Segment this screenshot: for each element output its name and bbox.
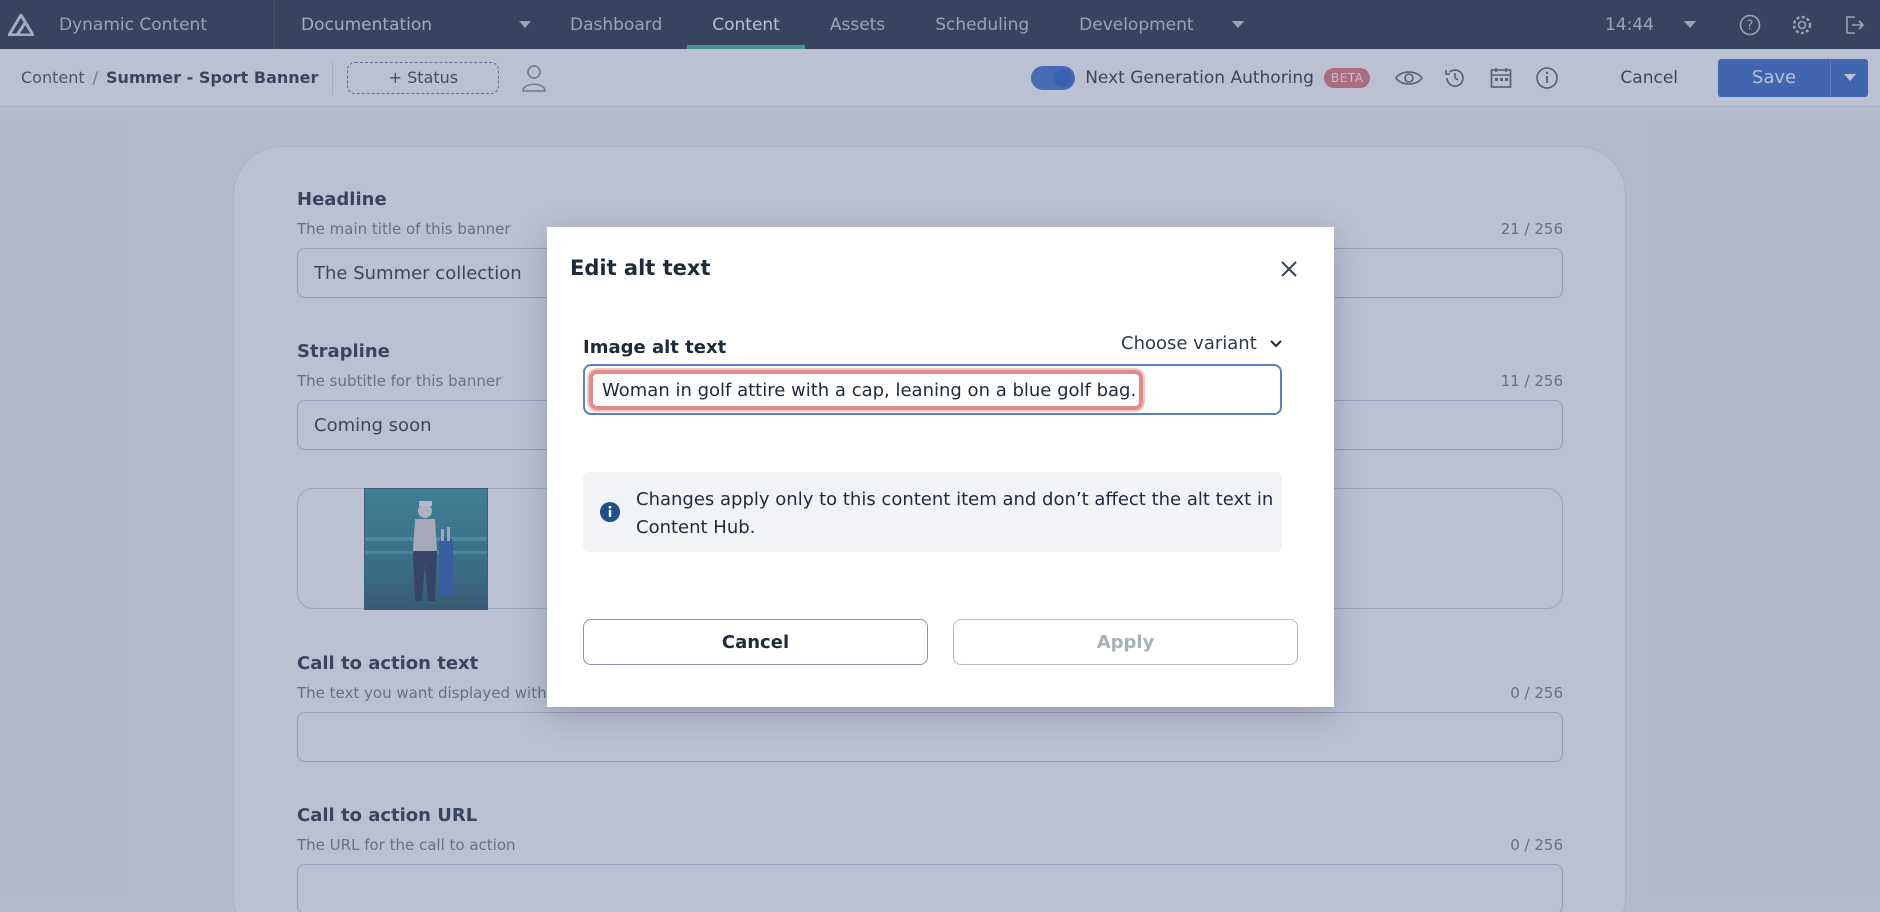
- close-icon[interactable]: [1277, 257, 1301, 281]
- variant-label: Choose variant: [1121, 333, 1257, 354]
- chevron-down-icon: [1269, 339, 1283, 349]
- dialog-title: Edit alt text: [570, 256, 711, 280]
- apply-button[interactable]: Apply: [953, 619, 1298, 665]
- info-icon: [599, 501, 621, 527]
- info-text: Changes apply only to this content item …: [636, 489, 1274, 538]
- alt-text-input[interactable]: Woman in golf attire with a cap, leaning…: [583, 364, 1282, 415]
- choose-variant-dropdown[interactable]: Choose variant: [1121, 333, 1283, 354]
- alt-text-label: Image alt text: [583, 337, 727, 358]
- cancel-button[interactable]: Cancel: [583, 619, 928, 665]
- info-message: Changes apply only to this content item …: [583, 472, 1282, 552]
- edit-alt-text-dialog: Edit alt text Image alt text Choose vari…: [547, 227, 1334, 707]
- alt-text-value[interactable]: Woman in golf attire with a cap, leaning…: [589, 370, 1143, 410]
